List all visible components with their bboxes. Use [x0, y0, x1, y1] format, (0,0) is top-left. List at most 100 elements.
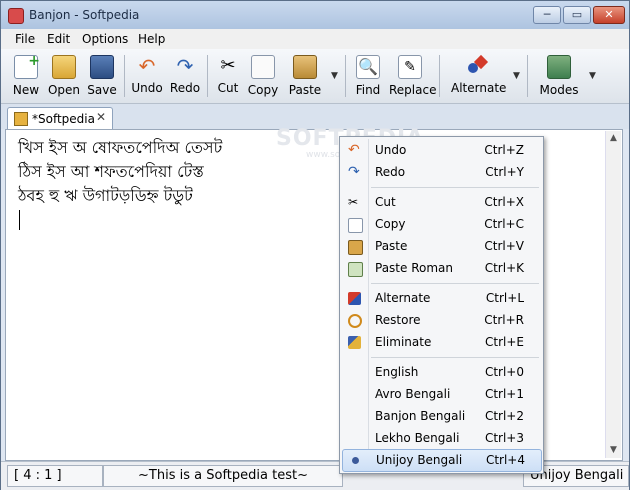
- open-button[interactable]: Open: [47, 53, 81, 99]
- ctx-lekho-bengali[interactable]: Lekho Bengali Ctrl+3: [342, 428, 540, 449]
- tab-softpedia[interactable]: *Softpedia ✕: [7, 107, 113, 130]
- replace-label: Replace: [389, 83, 437, 97]
- modes-label: Modes: [539, 83, 579, 97]
- modes-button[interactable]: Modes: [539, 53, 579, 99]
- ctx-redo[interactable]: ↷ Redo Ctrl+Y: [342, 162, 540, 183]
- menu-help[interactable]: Help: [138, 32, 165, 46]
- undo-button[interactable]: ↶ Undo: [131, 53, 163, 99]
- menu-file[interactable]: File: [15, 32, 35, 46]
- radio-selected-icon: [352, 457, 359, 464]
- replace-pencil-icon: ✎: [398, 55, 422, 79]
- ctx-eliminate[interactable]: Eliminate Ctrl+E: [342, 332, 540, 353]
- ctx-shortcut: Ctrl+3: [484, 431, 524, 445]
- title-bar[interactable]: Banjon - Softpedia ─ ▭ ✕: [1, 1, 629, 29]
- ctx-label: Avro Bengali: [375, 387, 451, 401]
- toolbar-separator: [207, 55, 208, 97]
- toolbar-separator: [527, 55, 528, 97]
- alternate-label: Alternate: [451, 81, 507, 95]
- ctx-copy[interactable]: Copy Ctrl+C: [342, 214, 540, 235]
- new-button[interactable]: + New: [11, 53, 41, 99]
- minimize-button[interactable]: ─: [533, 6, 561, 24]
- open-label: Open: [47, 83, 81, 97]
- text-caret: [19, 210, 20, 230]
- cut-label: Cut: [217, 81, 239, 95]
- cut-button[interactable]: ✂ Cut: [213, 53, 243, 99]
- document-edit-icon: [14, 112, 28, 126]
- ctx-shortcut: Ctrl+L: [485, 291, 524, 305]
- ctx-shortcut: Ctrl+R: [484, 313, 524, 327]
- scroll-down-arrow-icon[interactable]: ▼: [606, 443, 621, 458]
- vertical-scrollbar[interactable]: ▲ ▼: [605, 131, 621, 458]
- ctx-avro-bengali[interactable]: Avro Bengali Ctrl+1: [342, 384, 540, 405]
- ctx-paste[interactable]: Paste Ctrl+V: [342, 236, 540, 257]
- menu-separator: [371, 187, 539, 188]
- ctx-banjon-bengali[interactable]: Banjon Bengali Ctrl+2: [342, 406, 540, 427]
- alternate-icon: [466, 54, 489, 77]
- undo-icon: ↶: [138, 54, 156, 78]
- save-disk-icon: [90, 55, 114, 79]
- toolbar: + New Open Save ↶ Undo ↷ Redo ✂ Cut Copy: [1, 49, 629, 104]
- paste-dropdown-arrow[interactable]: ▼: [331, 71, 338, 81]
- toolbar-separator: [439, 55, 440, 97]
- find-button[interactable]: 🔍 Find: [353, 53, 383, 99]
- ctx-label: Lekho Bengali: [375, 431, 460, 445]
- ctx-label: Eliminate: [375, 335, 432, 349]
- alternate-dropdown-arrow[interactable]: ▼: [513, 71, 520, 81]
- new-label: New: [12, 83, 40, 97]
- restore-icon: [348, 314, 362, 328]
- modes-cubes-icon: [547, 55, 571, 79]
- ctx-shortcut: Ctrl+Y: [485, 165, 524, 179]
- modes-dropdown-arrow[interactable]: ▼: [589, 71, 596, 81]
- context-menu: ↶ Undo Ctrl+Z ↷ Redo Ctrl+Y ✂ Cut Ctrl+X…: [339, 136, 544, 474]
- ctx-paste-roman[interactable]: Paste Roman Ctrl+K: [342, 258, 540, 279]
- editor-line: ঠবহ হু ঋ উগাটড়ডিহ্ন টডুট: [18, 186, 193, 205]
- new-file-icon: +: [14, 53, 40, 79]
- ctx-shortcut: Ctrl+X: [484, 195, 524, 209]
- cut-icon: ✂: [348, 195, 359, 209]
- undo-icon: ↶: [348, 142, 360, 158]
- save-button[interactable]: Save: [87, 53, 117, 99]
- menu-edit[interactable]: Edit: [47, 32, 70, 46]
- paste-roman-icon: [348, 262, 363, 277]
- toolbar-separator: [345, 55, 346, 97]
- redo-label: Redo: [169, 81, 201, 95]
- ctx-unijoy-bengali[interactable]: Unijoy Bengali Ctrl+4: [342, 449, 542, 472]
- redo-button[interactable]: ↷ Redo: [169, 53, 201, 99]
- app-icon: [8, 8, 24, 24]
- ctx-label: Cut: [375, 195, 396, 209]
- ctx-shortcut: Ctrl+E: [485, 335, 524, 349]
- close-button[interactable]: ✕: [593, 6, 625, 24]
- ctx-restore[interactable]: Restore Ctrl+R: [342, 310, 540, 331]
- paste-clipboard-icon: [293, 55, 317, 79]
- scroll-up-arrow-icon[interactable]: ▲: [606, 131, 621, 146]
- ctx-label: English: [375, 365, 419, 379]
- ctx-undo[interactable]: ↶ Undo Ctrl+Z: [342, 140, 540, 161]
- ctx-shortcut: Ctrl+C: [484, 217, 524, 231]
- tab-label: *Softpedia: [32, 112, 95, 126]
- menu-separator: [371, 283, 539, 284]
- ctx-cut[interactable]: ✂ Cut Ctrl+X: [342, 192, 540, 213]
- ctx-english[interactable]: English Ctrl+0: [342, 362, 540, 383]
- replace-button[interactable]: ✎ Replace: [389, 53, 437, 99]
- ctx-shortcut: Ctrl+4: [485, 453, 525, 467]
- find-label: Find: [355, 83, 381, 97]
- ctx-label: Undo: [375, 143, 407, 157]
- cursor-position: [ 4 : 1 ]: [7, 465, 103, 487]
- ctx-label: Paste: [375, 239, 408, 253]
- eliminate-icon: [348, 336, 361, 349]
- editor-line: খিস ইস অ ষোফতপেদিঅ তেসট: [18, 138, 223, 157]
- maximize-button[interactable]: ▭: [563, 6, 591, 24]
- ctx-shortcut: Ctrl+0: [484, 365, 524, 379]
- tab-close-icon[interactable]: ✕: [96, 110, 106, 124]
- paste-label: Paste: [288, 83, 322, 97]
- ctx-alternate[interactable]: Alternate Ctrl+L: [342, 288, 540, 309]
- alternate-button[interactable]: Alternate: [451, 53, 507, 99]
- copy-button[interactable]: Copy: [247, 53, 279, 99]
- editor-line: ঠিস ইস আ শফতপেদিয়া টেস্ত: [18, 162, 204, 181]
- ctx-shortcut: Ctrl+Z: [484, 143, 524, 157]
- alternate-icon: [348, 292, 361, 305]
- ctx-label: Alternate: [375, 291, 431, 305]
- paste-button[interactable]: Paste: [287, 53, 323, 99]
- ctx-label: Copy: [375, 217, 406, 231]
- menu-options[interactable]: Options: [82, 32, 128, 46]
